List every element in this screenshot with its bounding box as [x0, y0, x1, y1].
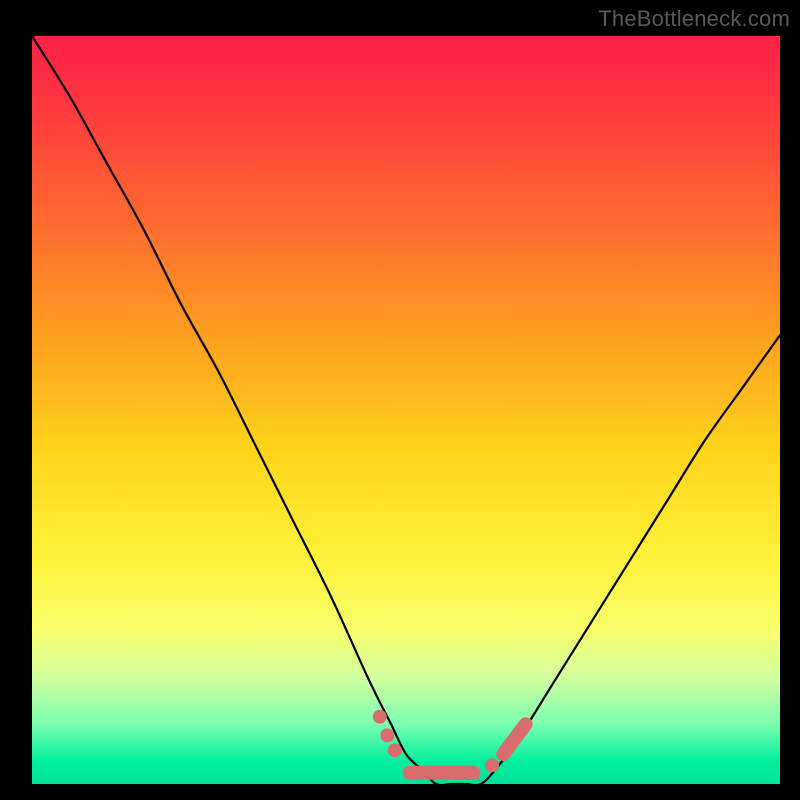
- bottleneck-curve-svg: [32, 36, 780, 784]
- marker-dot: [485, 758, 499, 772]
- marker-capsule: [503, 724, 525, 754]
- curve-layer: [32, 36, 780, 785]
- plot-area: [32, 36, 780, 784]
- marker-dot: [373, 710, 387, 724]
- bottleneck-curve: [32, 36, 780, 785]
- marker-dot: [380, 728, 394, 742]
- curve-markers: [373, 710, 526, 773]
- marker-dot: [388, 743, 402, 757]
- watermark-text: TheBottleneck.com: [598, 6, 790, 32]
- chart-frame: TheBottleneck.com: [0, 0, 800, 800]
